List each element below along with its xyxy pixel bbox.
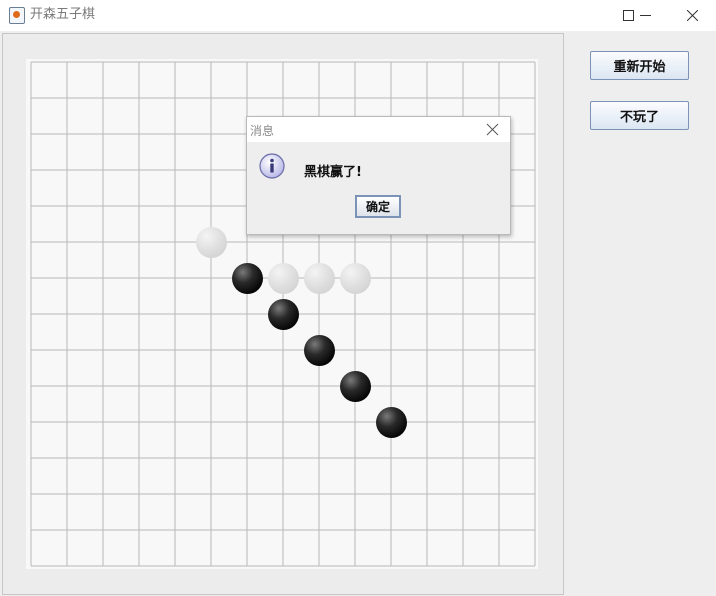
maximize-button[interactable] (623, 0, 669, 30)
dialog-title-bar: 消息 (247, 117, 510, 142)
java-app-icon (9, 7, 25, 24)
ok-button[interactable]: 确定 (355, 195, 401, 218)
message-dialog: 消息 黑棋赢了! 确定 (246, 116, 511, 235)
white-stone (339, 262, 371, 294)
black-stone (303, 334, 335, 366)
window-title: 开森五子棋 (30, 7, 96, 22)
dialog-message: 黑棋赢了! (304, 165, 362, 180)
info-icon (259, 153, 285, 179)
dialog-title: 消息 (250, 124, 275, 138)
black-stone (231, 262, 263, 294)
maximize-icon (623, 10, 634, 21)
white-stone (267, 262, 299, 294)
close-icon (687, 10, 698, 21)
dialog-close-icon[interactable] (485, 122, 500, 137)
white-stone (303, 262, 335, 294)
title-bar: 开森五子棋 (0, 0, 716, 32)
black-stone (375, 406, 407, 438)
quit-button[interactable]: 不玩了 (590, 101, 689, 130)
restart-button[interactable]: 重新开始 (590, 51, 689, 80)
black-stone (267, 298, 299, 330)
white-stone (195, 226, 227, 258)
close-button[interactable] (669, 0, 715, 30)
black-stone (339, 370, 371, 402)
